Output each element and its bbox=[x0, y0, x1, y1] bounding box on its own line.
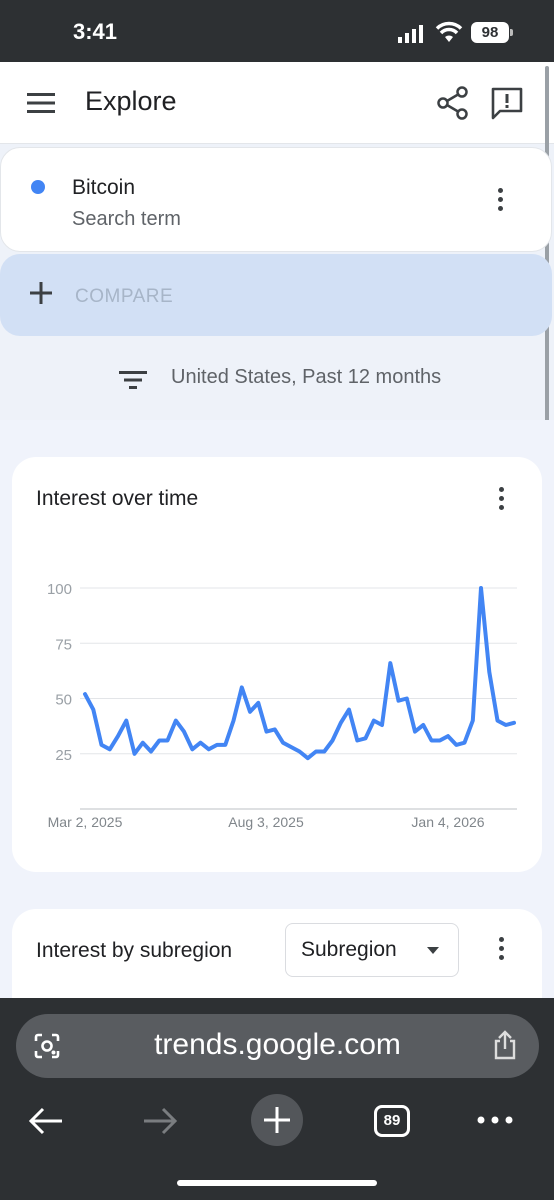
y-tick-label: 75 bbox=[55, 636, 72, 653]
x-tick-label: Jan 4, 2026 bbox=[411, 814, 484, 830]
plus-icon bbox=[264, 1107, 290, 1133]
subregion-title: Interest by subregion bbox=[36, 939, 233, 962]
cellular-signal-icon bbox=[398, 25, 423, 43]
subregion-dropdown-label: Subregion bbox=[301, 938, 397, 961]
more-horizontal-icon[interactable] bbox=[476, 1115, 514, 1125]
page-title: Explore bbox=[85, 86, 177, 116]
interest-line-chart[interactable]: 25 50 75 100 Mar 2, 2025 Aug 3, 2025 Jan 4, 20… bbox=[12, 457, 542, 872]
plus-icon bbox=[30, 282, 52, 304]
browser-toolbar: trends.google.com 89 bbox=[0, 998, 554, 1200]
hamburger-menu-icon[interactable] bbox=[27, 90, 55, 116]
search-term-card[interactable]: Bitcoin Search term bbox=[0, 147, 552, 252]
address-bar[interactable]: trends.google.com bbox=[16, 1014, 539, 1078]
y-tick-label: 50 bbox=[55, 692, 72, 709]
series-color-dot bbox=[31, 180, 45, 194]
share-sheet-icon[interactable] bbox=[492, 1030, 518, 1060]
feedback-icon[interactable] bbox=[490, 86, 524, 120]
x-tick-label: Mar 2, 2025 bbox=[48, 814, 123, 830]
url-text: trends.google.com bbox=[154, 1028, 401, 1061]
new-tab-button[interactable] bbox=[251, 1094, 303, 1146]
compare-label: COMPARE bbox=[75, 286, 174, 307]
battery-icon: 98 bbox=[471, 22, 513, 43]
status-time: 3:41 bbox=[73, 19, 118, 44]
caret-down-icon bbox=[427, 947, 439, 954]
app-header: Explore bbox=[0, 62, 554, 144]
subregion-more-options-icon[interactable] bbox=[497, 937, 505, 965]
x-tick-label: Aug 3, 2025 bbox=[228, 814, 304, 830]
home-indicator bbox=[177, 1180, 377, 1186]
compare-button[interactable]: COMPARE bbox=[0, 254, 552, 336]
back-arrow-icon[interactable] bbox=[28, 1106, 64, 1136]
more-options-icon[interactable] bbox=[496, 188, 504, 216]
share-icon[interactable] bbox=[437, 86, 469, 120]
interest-over-time-card: Interest over time 25 50 75 100 Mar 2, 2025 A… bbox=[12, 457, 542, 872]
status-bar: 3:41 98 bbox=[0, 0, 554, 62]
forward-arrow-icon[interactable] bbox=[142, 1106, 178, 1136]
tab-switcher-button[interactable]: 89 bbox=[374, 1105, 410, 1137]
filter-summary[interactable]: United States, Past 12 months bbox=[171, 366, 441, 389]
search-term-name: Bitcoin bbox=[72, 176, 136, 199]
y-tick-label: 100 bbox=[47, 581, 72, 598]
subregion-dropdown[interactable]: Subregion bbox=[285, 923, 459, 977]
interest-by-subregion-card: Interest by subregion Subregion bbox=[12, 909, 542, 1009]
series-line-bitcoin bbox=[83, 586, 516, 761]
wifi-icon bbox=[435, 21, 463, 42]
filter-icon[interactable] bbox=[119, 369, 147, 391]
search-term-type: Search term bbox=[72, 208, 181, 230]
y-tick-label: 25 bbox=[55, 747, 72, 764]
